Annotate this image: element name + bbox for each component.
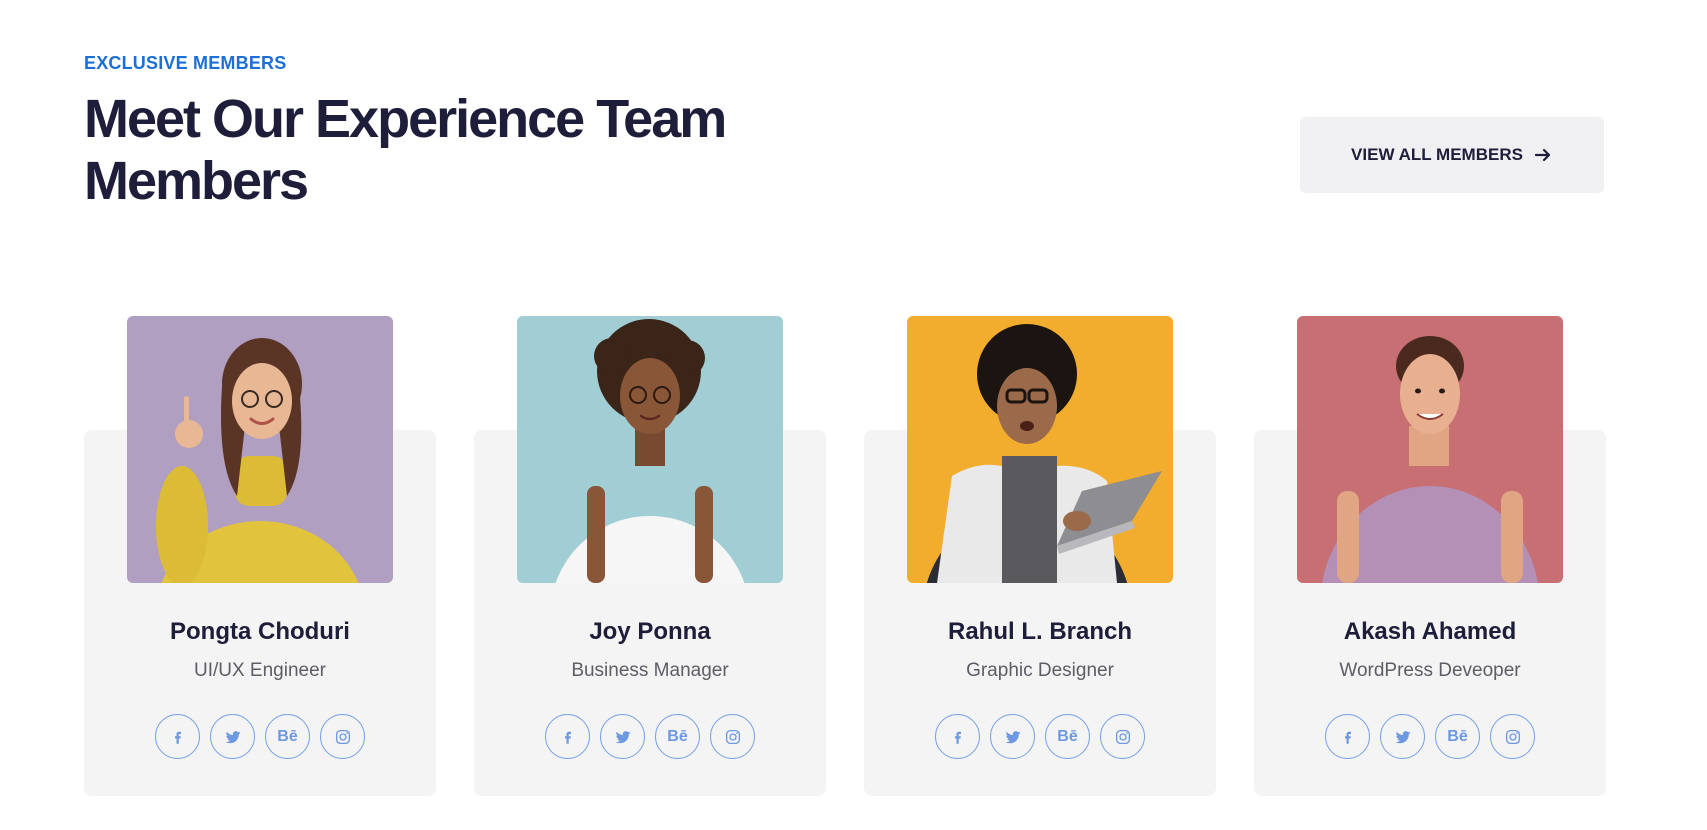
member-socials: Bē xyxy=(474,714,826,759)
instagram-icon xyxy=(1115,729,1130,744)
instagram-link[interactable] xyxy=(1100,714,1145,759)
member-name: Rahul L. Branch xyxy=(947,618,1133,645)
member-role: WordPress Deveoper xyxy=(1339,660,1521,681)
behance-icon: Bē xyxy=(1057,727,1078,745)
member-photo xyxy=(907,316,1173,583)
facebook-link[interactable] xyxy=(935,714,980,759)
behance-link[interactable]: Bē xyxy=(655,714,700,759)
facebook-icon xyxy=(564,731,571,744)
member-role: UI/UX Engineer xyxy=(193,660,326,681)
person-photo xyxy=(127,316,393,583)
section-title: Meet Our Experience Team Members xyxy=(84,89,727,211)
instagram-link[interactable] xyxy=(710,714,755,759)
behance-link[interactable]: Bē xyxy=(1045,714,1090,759)
arrow-right-icon xyxy=(1534,148,1551,162)
twitter-icon xyxy=(615,730,630,743)
section-eyebrow: EXCLUSIVE MEMBERS xyxy=(84,53,287,73)
twitter-link[interactable] xyxy=(1380,714,1425,759)
member-name: Joy Ponna xyxy=(589,618,711,645)
person-photo xyxy=(1297,316,1563,583)
twitter-icon xyxy=(225,730,240,743)
member-role: Business Manager xyxy=(571,660,729,681)
behance-icon: Bē xyxy=(277,727,298,745)
view-all-label: VIEW ALL MEMBERS xyxy=(1351,145,1523,164)
instagram-icon xyxy=(1505,729,1520,744)
facebook-link[interactable] xyxy=(545,714,590,759)
member-name: Pongta Choduri xyxy=(170,618,350,645)
member-photo xyxy=(517,316,783,583)
view-all-members-button[interactable]: VIEW ALL MEMBERS xyxy=(1300,117,1604,193)
facebook-link[interactable] xyxy=(155,714,200,759)
member-socials: Bē xyxy=(84,714,436,759)
twitter-link[interactable] xyxy=(990,714,1035,759)
person-photo xyxy=(517,316,783,583)
member-socials: Bē xyxy=(864,714,1216,759)
member-role: Graphic Designer xyxy=(966,660,1114,681)
twitter-link[interactable] xyxy=(600,714,645,759)
facebook-icon xyxy=(174,731,181,744)
behance-icon: Bē xyxy=(1447,727,1468,745)
instagram-link[interactable] xyxy=(320,714,365,759)
member-photo xyxy=(127,316,393,583)
instagram-link[interactable] xyxy=(1490,714,1535,759)
person-photo xyxy=(907,316,1173,583)
twitter-link[interactable] xyxy=(210,714,255,759)
facebook-icon xyxy=(1344,731,1351,744)
member-socials: Bē xyxy=(1254,714,1606,759)
twitter-icon xyxy=(1395,730,1410,743)
facebook-icon xyxy=(954,731,961,744)
twitter-icon xyxy=(1005,730,1020,743)
facebook-link[interactable] xyxy=(1325,714,1370,759)
behance-link[interactable]: Bē xyxy=(1435,714,1480,759)
member-photo xyxy=(1297,316,1563,583)
instagram-icon xyxy=(335,729,350,744)
behance-link[interactable]: Bē xyxy=(265,714,310,759)
team-section: EXCLUSIVE MEMBERS Meet Our Experience Te… xyxy=(0,0,1707,830)
behance-icon: Bē xyxy=(667,727,688,745)
instagram-icon xyxy=(725,729,740,744)
member-name: Akash Ahamed xyxy=(1343,618,1517,645)
